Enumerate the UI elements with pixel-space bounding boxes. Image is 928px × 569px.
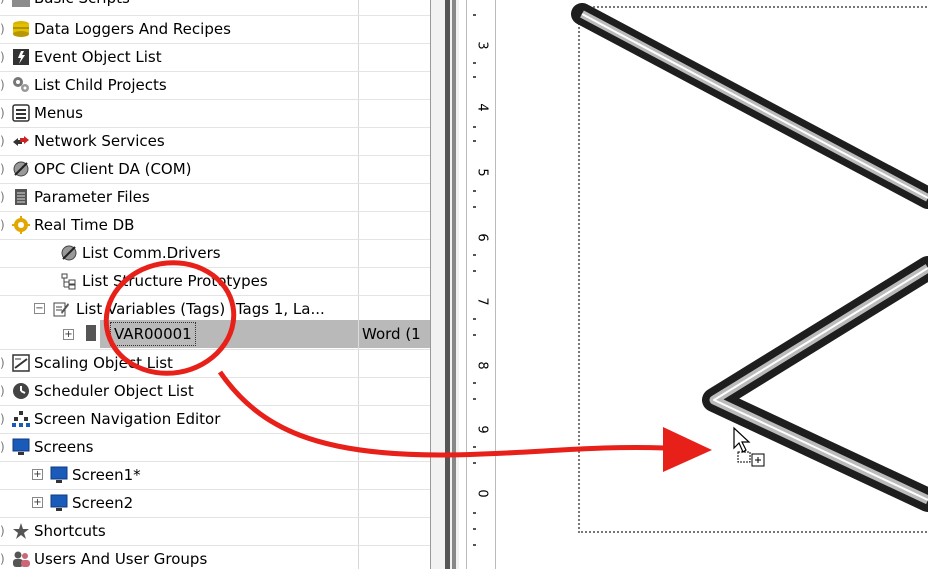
- expand-icon[interactable]: +: [32, 469, 43, 480]
- variables-icon: [52, 300, 70, 318]
- pane-splitter[interactable]: [430, 0, 459, 569]
- script-icon: [12, 0, 30, 7]
- drawn-pipe-shape[interactable]: [496, 0, 928, 569]
- file-icon: [12, 188, 30, 206]
- navigation-icon: [12, 410, 30, 428]
- expand-icon[interactable]: ): [0, 44, 8, 70]
- gear-icon: [12, 216, 30, 234]
- expand-icon[interactable]: ): [0, 350, 8, 376]
- variable-name[interactable]: VAR00001: [110, 322, 196, 346]
- plug-icon: [60, 244, 78, 262]
- expand-icon[interactable]: ): [0, 434, 8, 460]
- ruler-label: 4: [474, 103, 490, 112]
- monitor-icon: [12, 438, 30, 456]
- ruler-label: 7: [474, 297, 490, 306]
- structure-icon: [60, 272, 78, 290]
- column-separator: [358, 0, 359, 569]
- expand-icon[interactable]: ): [0, 406, 8, 432]
- ruler-label: 8: [474, 361, 490, 370]
- expand-icon[interactable]: +: [32, 497, 43, 508]
- plug-icon: [12, 160, 30, 178]
- expand-icon[interactable]: ): [0, 378, 8, 404]
- shortcut-icon: [12, 522, 30, 540]
- expand-icon[interactable]: ): [0, 16, 8, 42]
- menu-icon: [12, 104, 30, 122]
- expand-icon[interactable]: ): [0, 72, 8, 98]
- tag-icon: [86, 325, 96, 341]
- arrows-icon: [12, 132, 30, 150]
- ruler-label: 9: [474, 425, 490, 434]
- expand-icon[interactable]: ): [0, 128, 8, 154]
- expand-icon[interactable]: ): [0, 184, 8, 210]
- monitor-icon: [50, 494, 68, 512]
- variable-type: Word (1: [362, 325, 421, 343]
- gears-icon: [12, 76, 30, 94]
- expand-icon[interactable]: ): [0, 546, 8, 569]
- users-icon: [12, 550, 30, 568]
- ruler-label: 6: [474, 233, 490, 242]
- project-explorer-tree: ) Basic Scripts ) Data Loggers And Recip…: [0, 0, 430, 569]
- screen-canvas[interactable]: [496, 0, 928, 569]
- drag-copy-cursor-icon: [733, 426, 765, 467]
- expand-icon[interactable]: ): [0, 518, 8, 544]
- ruler-label: 5: [474, 168, 490, 177]
- database-icon: [12, 20, 30, 38]
- expand-icon[interactable]: +: [63, 329, 74, 340]
- ruler-label: 0: [474, 489, 490, 498]
- vertical-ruler: 3 4 5 6 7 8 9 0: [466, 0, 496, 569]
- event-icon: [12, 48, 30, 66]
- ruler-label: 3: [474, 41, 490, 50]
- expand-icon[interactable]: ): [0, 0, 8, 11]
- clock-icon: [12, 382, 30, 400]
- expand-icon[interactable]: ): [0, 212, 8, 238]
- monitor-icon: [50, 466, 68, 484]
- selected-variable-row[interactable]: + VAR00001 Word (1: [63, 320, 430, 348]
- scaling-icon: [12, 354, 30, 372]
- expand-icon[interactable]: ): [0, 156, 8, 182]
- expand-icon[interactable]: ): [0, 100, 8, 126]
- collapse-icon[interactable]: −: [34, 303, 45, 314]
